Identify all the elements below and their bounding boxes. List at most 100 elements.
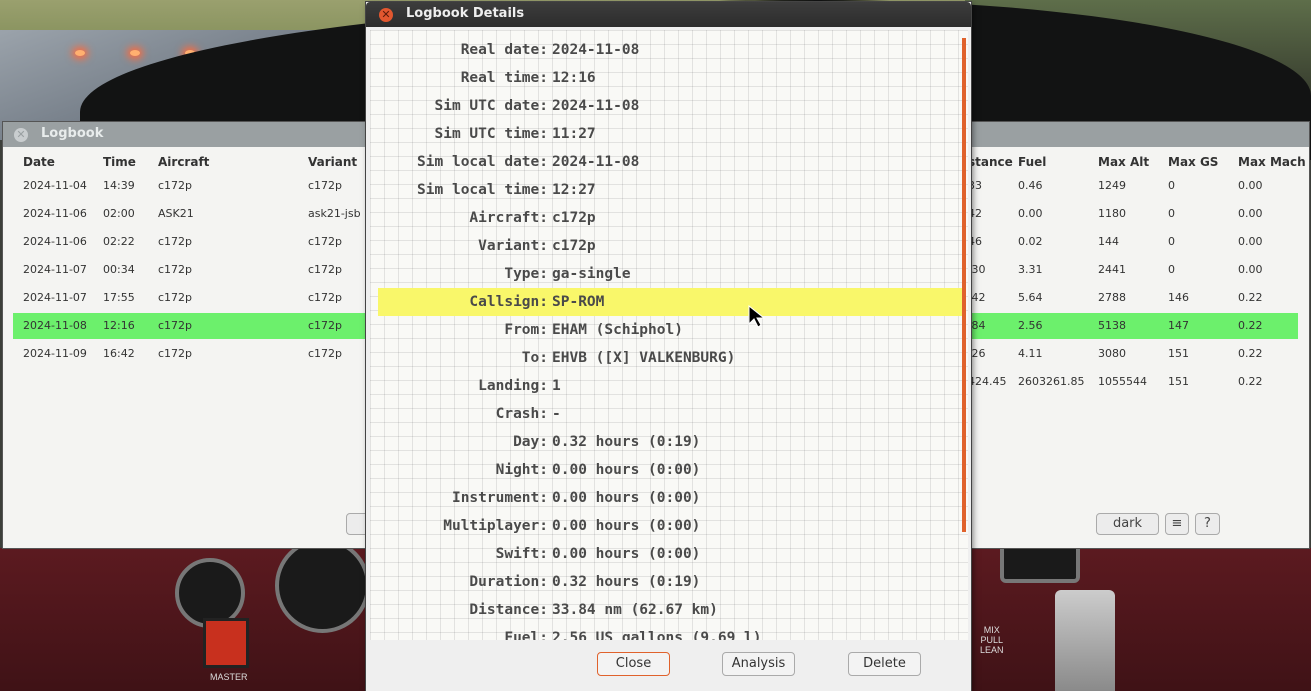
detail-row: Fuel: 2.56 US gallons (9.69 l) xyxy=(378,624,964,640)
detail-value: SP-ROM xyxy=(552,294,605,310)
cell-time: 17:55 xyxy=(103,291,135,304)
column-header-distance[interactable]: stance xyxy=(968,155,1013,169)
detail-value: - xyxy=(552,406,561,422)
cell-max-alt: 144 xyxy=(1098,235,1119,248)
cell-aircraft: c172p xyxy=(158,179,193,192)
cell-max-gs: 151 xyxy=(1168,347,1189,360)
column-header-max-mach[interactable]: Max Mach xyxy=(1238,155,1306,169)
analysis-button[interactable]: Analysis xyxy=(722,652,795,676)
column-header-aircraft[interactable]: Aircraft xyxy=(158,155,209,169)
cell-max-gs: 0 xyxy=(1168,207,1175,220)
cell-date: 2024-11-04 xyxy=(23,179,87,192)
details-scrollbar[interactable] xyxy=(962,38,966,532)
runway-light xyxy=(130,50,140,56)
column-header-date[interactable]: Date xyxy=(23,155,55,169)
detail-row: Duration: 0.32 hours (0:19) xyxy=(378,568,964,596)
detail-row: Multiplayer: 0.00 hours (0:00) xyxy=(378,512,964,540)
detail-label: Swift: xyxy=(495,546,548,562)
cell-aircraft: c172p xyxy=(158,291,193,304)
detail-value: 2.56 US gallons (9.69 l) xyxy=(552,630,762,640)
cell-fuel: 4.11 xyxy=(1018,347,1043,360)
cell-fuel: 0.02 xyxy=(1018,235,1043,248)
detail-label: Duration: xyxy=(469,574,548,590)
column-header-max-gs[interactable]: Max GS xyxy=(1168,155,1218,169)
detail-value: 0.32 hours (0:19) xyxy=(552,574,701,590)
detail-value: c172p xyxy=(552,238,596,254)
detail-row: Landing: 1 xyxy=(378,372,964,400)
cell-date: 2024-11-06 xyxy=(23,207,87,220)
detail-label: To: xyxy=(521,350,548,366)
cell-variant: c172p xyxy=(308,347,343,360)
cell-date: 2024-11-08 xyxy=(23,319,87,332)
total-distance: 424.45 xyxy=(968,375,1007,388)
detail-row: Distance: 33.84 nm (62.67 km) xyxy=(378,596,964,624)
cell-variant: c172p xyxy=(308,291,343,304)
column-header-max-alt[interactable]: Max Alt xyxy=(1098,155,1149,169)
menu-button[interactable]: ≡ xyxy=(1165,513,1189,535)
cell-variant: c172p xyxy=(308,263,343,276)
detail-label: Aircraft: xyxy=(469,210,548,226)
cell-max-mach: 0.00 xyxy=(1238,207,1263,220)
cell-date: 2024-11-06 xyxy=(23,235,87,248)
close-button[interactable]: Close xyxy=(597,652,670,676)
cell-aircraft: c172p xyxy=(158,263,193,276)
detail-label: Fuel: xyxy=(504,630,548,640)
cell-time: 16:42 xyxy=(103,347,135,360)
cell-max-alt: 2441 xyxy=(1098,263,1126,276)
cell-variant: c172p xyxy=(308,319,343,332)
mouse-pointer-icon xyxy=(748,305,766,328)
column-header-variant[interactable]: Variant xyxy=(308,155,357,169)
cell-max-alt: 5138 xyxy=(1098,319,1126,332)
detail-label: From: xyxy=(504,322,548,338)
cell-date: 2024-11-07 xyxy=(23,263,87,276)
cell-aircraft: c172p xyxy=(158,319,193,332)
cell-max-gs: 0 xyxy=(1168,179,1175,192)
detail-value: EHVB ([X] VALKENBURG) xyxy=(552,350,736,366)
detail-label: Sim UTC time: xyxy=(434,126,549,142)
details-content[interactable]: Real date: 2024-11-08 Real time: 12:16 Sim U… xyxy=(370,30,968,640)
detail-row: Night: 0.00 hours (0:00) xyxy=(378,456,964,484)
dark-mode-button[interactable]: dark xyxy=(1096,513,1159,535)
column-header-fuel[interactable]: Fuel xyxy=(1018,155,1046,169)
detail-label: Night: xyxy=(495,462,548,478)
master-label: MASTER xyxy=(210,672,248,682)
throttle-lever[interactable] xyxy=(1055,590,1115,691)
cell-fuel: 2.56 xyxy=(1018,319,1043,332)
detail-row: Instrument: 0.00 hours (0:00) xyxy=(378,484,964,512)
close-icon[interactable]: ✕ xyxy=(14,128,28,142)
close-icon[interactable]: ✕ xyxy=(379,8,393,22)
detail-value: 0.00 hours (0:00) xyxy=(552,518,701,534)
cell-max-mach: 0.00 xyxy=(1238,179,1263,192)
cell-max-gs: 0 xyxy=(1168,235,1175,248)
details-titlebar: ✕ Logbook Details xyxy=(366,2,971,27)
cell-max-mach: 0.00 xyxy=(1238,263,1263,276)
detail-label: Sim local date: xyxy=(417,154,548,170)
total-max-alt: 1055544 xyxy=(1098,375,1147,388)
detail-label: Day: xyxy=(513,434,548,450)
master-switch[interactable] xyxy=(203,618,249,668)
detail-row: Aircraft: c172p xyxy=(378,204,964,232)
cell-max-gs: 0 xyxy=(1168,263,1175,276)
detail-value: 2024-11-08 xyxy=(552,42,640,58)
help-button[interactable]: ? xyxy=(1195,513,1220,535)
cell-fuel: 3.31 xyxy=(1018,263,1043,276)
detail-label: Callsign: xyxy=(469,294,548,310)
column-header-time[interactable]: Time xyxy=(103,155,136,169)
cell-time: 00:34 xyxy=(103,263,135,276)
delete-button[interactable]: Delete xyxy=(848,652,921,676)
total-max-mach: 0.22 xyxy=(1238,375,1263,388)
detail-row: From: EHAM (Schiphol) xyxy=(378,316,964,344)
detail-row: Callsign: SP-ROM xyxy=(378,288,964,316)
detail-row: Variant: c172p xyxy=(378,232,964,260)
cell-time: 02:22 xyxy=(103,235,135,248)
detail-value: EHAM (Schiphol) xyxy=(552,322,683,338)
cell-variant: c172p xyxy=(308,179,343,192)
detail-row: Sim UTC time: 11:27 xyxy=(378,120,964,148)
logbook-details-dialog: ✕ Logbook Details Real date: 2024-11-08 Re… xyxy=(366,2,971,691)
cell-aircraft: ASK21 xyxy=(158,207,194,220)
gauge xyxy=(275,538,370,633)
details-title: Logbook Details xyxy=(406,6,525,21)
cell-max-mach: 0.22 xyxy=(1238,319,1263,332)
logbook-title: Logbook xyxy=(41,126,104,141)
cell-variant: ask21-jsb xyxy=(308,207,361,220)
